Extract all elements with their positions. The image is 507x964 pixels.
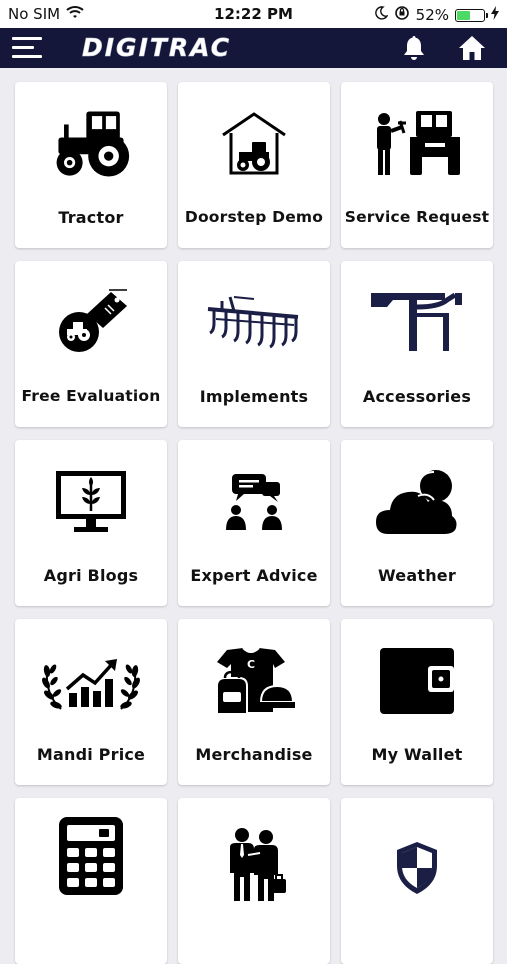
menu-grid: Tractor Doorstep Demo Service Request Fr… bbox=[15, 82, 493, 964]
calculator-icon bbox=[51, 816, 131, 896]
orientation-lock-icon bbox=[394, 5, 410, 25]
notification-button[interactable] bbox=[399, 34, 429, 62]
charging-icon bbox=[491, 6, 499, 24]
tile-mandi-price[interactable]: Mandi Price bbox=[15, 619, 167, 785]
tile-label: Expert Advice bbox=[190, 566, 318, 585]
battery-icon bbox=[455, 8, 488, 22]
tile-label: Accessories bbox=[362, 387, 472, 406]
tile-expert-advice[interactable]: Expert Advice bbox=[178, 440, 330, 606]
monitor-plant-icon bbox=[51, 462, 131, 542]
business-people-icon bbox=[214, 824, 294, 904]
tile-label: Merchandise bbox=[195, 745, 313, 764]
status-bar: No SIM 12:22 PM 52% bbox=[0, 0, 507, 28]
tile-service-request[interactable]: Service Request bbox=[341, 82, 493, 248]
tile-calculator[interactable] bbox=[15, 798, 167, 964]
menu-line bbox=[12, 37, 42, 40]
home-button[interactable] bbox=[457, 34, 487, 62]
tile-doorstep-demo[interactable]: Doorstep Demo bbox=[178, 82, 330, 248]
tile-label: Implements bbox=[199, 387, 309, 406]
tile-label: Mandi Price bbox=[36, 745, 146, 764]
tile-label: Weather bbox=[378, 566, 456, 585]
chat-people-icon bbox=[214, 462, 294, 542]
wallet-icon bbox=[377, 641, 457, 721]
cultivator-icon bbox=[202, 283, 306, 363]
tile-label: Doorstep Demo bbox=[184, 208, 324, 226]
menu-line bbox=[12, 46, 34, 49]
tile-agri-blogs[interactable]: Agri Blogs bbox=[15, 440, 167, 606]
tile-label: Service Request bbox=[344, 208, 490, 226]
loader-attachment-icon bbox=[365, 283, 469, 363]
moon-icon bbox=[374, 6, 389, 24]
battery-fill bbox=[457, 10, 470, 20]
laurel-chart-icon bbox=[39, 641, 143, 721]
status-right: 52% bbox=[374, 5, 499, 25]
tile-label: Agri Blogs bbox=[43, 566, 139, 585]
brand-logo: DIGITRAC bbox=[82, 33, 232, 63]
tile-implements[interactable]: Implements bbox=[178, 261, 330, 427]
tile-weather[interactable]: Weather bbox=[341, 440, 493, 606]
tractor-icon bbox=[51, 104, 131, 184]
menu-line bbox=[12, 55, 42, 58]
tile-label: My Wallet bbox=[371, 745, 463, 764]
tshirt-bag-cap-icon: C bbox=[210, 641, 298, 721]
shield-icon bbox=[377, 828, 457, 908]
app-header: DIGITRAC bbox=[0, 28, 507, 68]
tile-tractor[interactable]: Tractor bbox=[15, 82, 167, 248]
cloud-sun-icon bbox=[371, 462, 463, 542]
tile-label: Tractor bbox=[58, 208, 124, 227]
home-icon bbox=[459, 36, 485, 60]
tile-accessories[interactable]: Accessories bbox=[341, 261, 493, 427]
mechanic-tractor-icon bbox=[369, 104, 465, 184]
garage-tractor-icon bbox=[214, 104, 294, 184]
tractor-price-tag-icon bbox=[51, 283, 131, 363]
menu-button[interactable] bbox=[12, 35, 42, 61]
battery-percent: 52% bbox=[415, 6, 449, 24]
bell-icon bbox=[404, 36, 424, 60]
svg-text:C: C bbox=[247, 658, 255, 671]
tile-dealers[interactable] bbox=[178, 798, 330, 964]
tile-insurance[interactable] bbox=[341, 798, 493, 964]
tile-merchandise[interactable]: C Merchandise bbox=[178, 619, 330, 785]
tile-my-wallet[interactable]: My Wallet bbox=[341, 619, 493, 785]
tile-label: Free Evaluation bbox=[21, 387, 161, 405]
tile-free-evaluation[interactable]: Free Evaluation bbox=[15, 261, 167, 427]
